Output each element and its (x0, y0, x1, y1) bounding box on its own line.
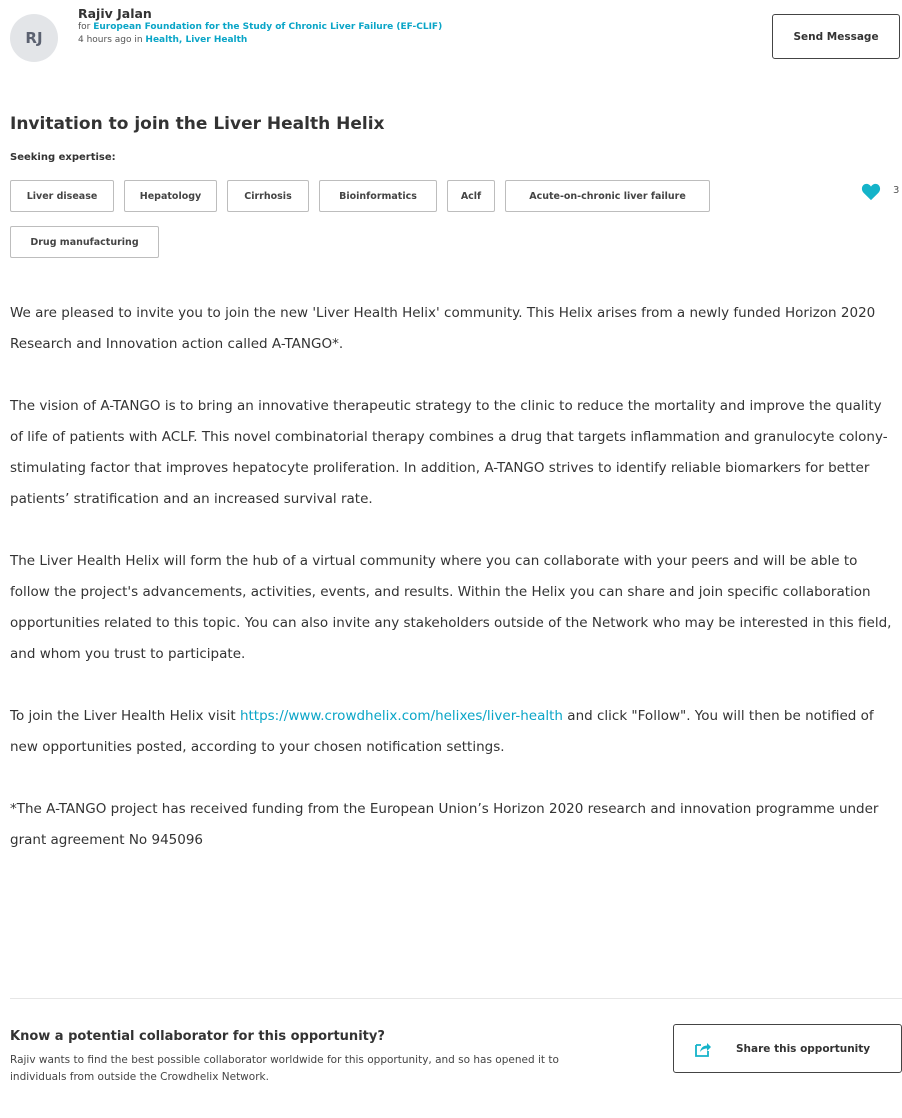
category-links[interactable]: Health, Liver Health (145, 35, 247, 45)
send-message-button[interactable]: Send Message (772, 14, 900, 59)
post-time: 4 hours ago in (78, 35, 146, 45)
organization-link[interactable]: European Foundation for the Study of Chr… (93, 22, 442, 32)
expertise-tag[interactable]: Drug manufacturing (10, 226, 159, 258)
expertise-tag[interactable]: Hepatology (124, 180, 217, 212)
body-paragraph: To join the Liver Health Helix visit htt… (10, 701, 896, 763)
page-title: Invitation to join the Liver Health Heli… (10, 114, 385, 134)
expertise-tag[interactable]: Aclf (447, 180, 495, 212)
for-prefix: for (78, 22, 94, 32)
seeking-expertise-label: Seeking expertise: (10, 152, 116, 163)
body-paragraph: The vision of A-TANGO is to bring an inn… (10, 398, 888, 507)
like-count: 3 (893, 185, 900, 196)
avatar[interactable]: RJ (10, 14, 58, 62)
expertise-tag[interactable]: Acute-on-chronic liver failure (505, 180, 710, 212)
share-icon (695, 1042, 711, 1057)
post-meta: 4 hours ago in Health, Liver Health (78, 35, 247, 45)
heart-icon[interactable] (861, 183, 881, 201)
share-opportunity-button[interactable]: Share this opportunity (673, 1024, 902, 1073)
collaborator-heading: Know a potential collaborator for this o… (10, 1029, 385, 1044)
expertise-tag[interactable]: Bioinformatics (319, 180, 437, 212)
body-paragraph: We are pleased to invite you to join the… (10, 305, 876, 352)
body-paragraph: The Liver Health Helix will form the hub… (10, 553, 892, 662)
author-organization-line: for European Foundation for the Study of… (78, 22, 442, 32)
share-button-label: Share this opportunity (736, 1042, 871, 1055)
divider (10, 998, 902, 999)
author-name[interactable]: Rajiv Jalan (78, 6, 152, 21)
collaborator-description: Rajiv wants to find the best possible co… (10, 1054, 559, 1083)
expertise-tag[interactable]: Liver disease (10, 180, 114, 212)
post-body: We are pleased to invite you to join the… (10, 298, 896, 887)
funding-note: *The A-TANGO project has received fundin… (10, 801, 879, 848)
expertise-tag[interactable]: Cirrhosis (227, 180, 309, 212)
join-text: To join the Liver Health Helix visit (10, 708, 240, 724)
helix-link[interactable]: https://www.crowdhelix.com/helixes/liver… (240, 708, 563, 724)
